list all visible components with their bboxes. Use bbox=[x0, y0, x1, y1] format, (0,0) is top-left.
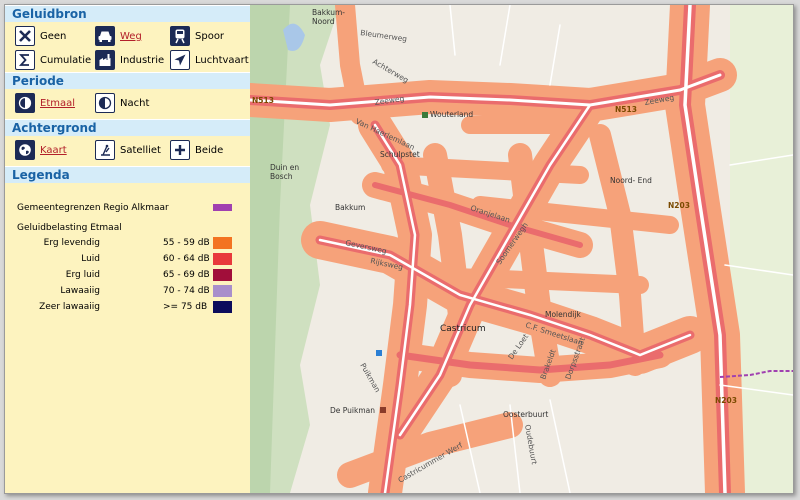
legend-boundary: Gemeentegrenzen Regio Alkmaar bbox=[17, 201, 238, 214]
label-n203-top: N203 bbox=[668, 201, 690, 210]
label-oosterbuurt: Oosterbuurt bbox=[503, 410, 548, 419]
section-geluidbron-title: Geluidbron bbox=[5, 5, 250, 22]
periode-options: Etmaal Nacht bbox=[5, 89, 250, 119]
option-cumulatie-label: Cumulatie bbox=[40, 54, 92, 66]
option-kaart-label: Kaart bbox=[40, 144, 67, 156]
map-canvas[interactable]: Bakkum-Noord Bleumerweg Achterweg N513 Z… bbox=[250, 5, 793, 493]
option-beide[interactable]: Beide bbox=[170, 139, 223, 161]
label-bakkum: Bakkum bbox=[335, 203, 365, 212]
option-geen[interactable]: Geen bbox=[15, 25, 66, 47]
poi-marker bbox=[376, 350, 382, 356]
legend-class-range: 70 - 74 dB bbox=[163, 285, 210, 296]
option-industrie[interactable]: Industrie bbox=[95, 49, 164, 71]
legend-class: Lawaaiig 70 - 74 dB bbox=[17, 284, 238, 297]
legend-class: Erg levendig 55 - 59 dB bbox=[17, 236, 238, 249]
legend-subtitle: Geluidbelasting Etmaal bbox=[17, 221, 238, 234]
legend-class-name: Luid bbox=[81, 253, 100, 264]
legend-class: Zeer lawaaiig >= 75 dB bbox=[17, 300, 238, 313]
sigma-icon bbox=[15, 50, 35, 70]
factory-icon bbox=[95, 50, 115, 70]
satellite-icon bbox=[95, 140, 115, 160]
option-weg[interactable]: Weg bbox=[95, 25, 142, 47]
poi-marker bbox=[380, 407, 386, 413]
label-n203-bottom: N203 bbox=[715, 396, 737, 405]
legend-class-swatch bbox=[213, 300, 232, 313]
legend-class: Erg luid 65 - 69 dB bbox=[17, 268, 238, 281]
section-achtergrond-title: Achtergrond bbox=[5, 119, 250, 136]
label-de-puikman: De Puikman bbox=[330, 406, 375, 415]
option-beide-label: Beide bbox=[195, 144, 224, 156]
poi-marker bbox=[422, 112, 428, 118]
option-industrie-label: Industrie bbox=[120, 54, 165, 66]
label-molendijk: Molendijk bbox=[545, 310, 581, 319]
legend-class-swatch bbox=[213, 236, 232, 249]
label-wouterland: Wouterland bbox=[430, 110, 473, 119]
option-etmaal[interactable]: Etmaal bbox=[15, 92, 75, 114]
label-noord-end: Noord- End bbox=[610, 176, 652, 185]
globe-icon bbox=[15, 140, 35, 160]
option-nacht[interactable]: Nacht bbox=[95, 92, 149, 114]
legend-class-range: >= 75 dB bbox=[163, 301, 208, 312]
train-icon bbox=[170, 26, 190, 46]
airplane-icon bbox=[170, 50, 190, 70]
legend-class-name: Erg levendig bbox=[43, 237, 100, 248]
label-n513-left: N513 bbox=[252, 96, 274, 105]
plus-icon bbox=[170, 140, 190, 160]
label-castricum: Castricum bbox=[440, 324, 486, 334]
legend-class-swatch bbox=[213, 268, 232, 281]
half-circle-icon bbox=[95, 93, 115, 113]
legend: Gemeentegrenzen Regio Alkmaar Geluidbela… bbox=[5, 183, 250, 323]
option-etmaal-label: Etmaal bbox=[40, 97, 76, 109]
legend-class-name: Lawaaiig bbox=[60, 285, 100, 296]
app-frame: Geluidbron Geen Weg Spoor Cumulatie Indu… bbox=[4, 4, 794, 494]
geluidbron-options: Geen Weg Spoor Cumulatie Industrie Lucht… bbox=[5, 22, 250, 72]
option-satelliet-label: Satelliet bbox=[120, 144, 161, 156]
label-schulpstet: Schulpstet bbox=[380, 150, 420, 159]
legend-boundary-label: Gemeentegrenzen Regio Alkmaar bbox=[17, 202, 169, 213]
option-nacht-label: Nacht bbox=[120, 97, 150, 109]
legend-class-name: Zeer lawaaiig bbox=[39, 301, 100, 312]
achtergrond-options: Kaart Satelliet Beide bbox=[5, 136, 250, 166]
legend-class-swatch bbox=[213, 252, 232, 265]
legend-class-name: Erg luid bbox=[65, 269, 100, 280]
legend-class-range: 65 - 69 dB bbox=[163, 269, 210, 280]
car-icon bbox=[95, 26, 115, 46]
option-spoor-label: Spoor bbox=[195, 30, 225, 42]
option-cumulatie[interactable]: Cumulatie bbox=[15, 49, 91, 71]
legend-subtitle-text: Geluidbelasting Etmaal bbox=[17, 222, 122, 233]
option-satelliet[interactable]: Satelliet bbox=[95, 139, 161, 161]
label-n513-right: N513 bbox=[615, 105, 637, 114]
section-periode-title: Periode bbox=[5, 72, 250, 89]
option-luchtvaart-label: Luchtvaart bbox=[195, 54, 249, 66]
x-icon bbox=[15, 26, 35, 46]
legend-class-range: 60 - 64 dB bbox=[163, 253, 210, 264]
option-weg-label: Weg bbox=[120, 30, 142, 42]
option-geen-label: Geen bbox=[40, 30, 67, 42]
legend-class-range: 55 - 59 dB bbox=[163, 237, 210, 248]
legend-boundary-swatch bbox=[213, 204, 232, 211]
option-kaart[interactable]: Kaart bbox=[15, 139, 67, 161]
noise-map[interactable]: Bakkum-Noord Bleumerweg Achterweg N513 Z… bbox=[250, 5, 793, 493]
option-luchtvaart[interactable]: Luchtvaart bbox=[170, 49, 249, 71]
option-spoor[interactable]: Spoor bbox=[170, 25, 224, 47]
half-moon-icon bbox=[15, 93, 35, 113]
legend-class: Luid 60 - 64 dB bbox=[17, 252, 238, 265]
legend-class-swatch bbox=[213, 284, 232, 297]
sidebar: Geluidbron Geen Weg Spoor Cumulatie Indu… bbox=[5, 5, 250, 493]
section-legenda-title: Legenda bbox=[5, 166, 250, 183]
